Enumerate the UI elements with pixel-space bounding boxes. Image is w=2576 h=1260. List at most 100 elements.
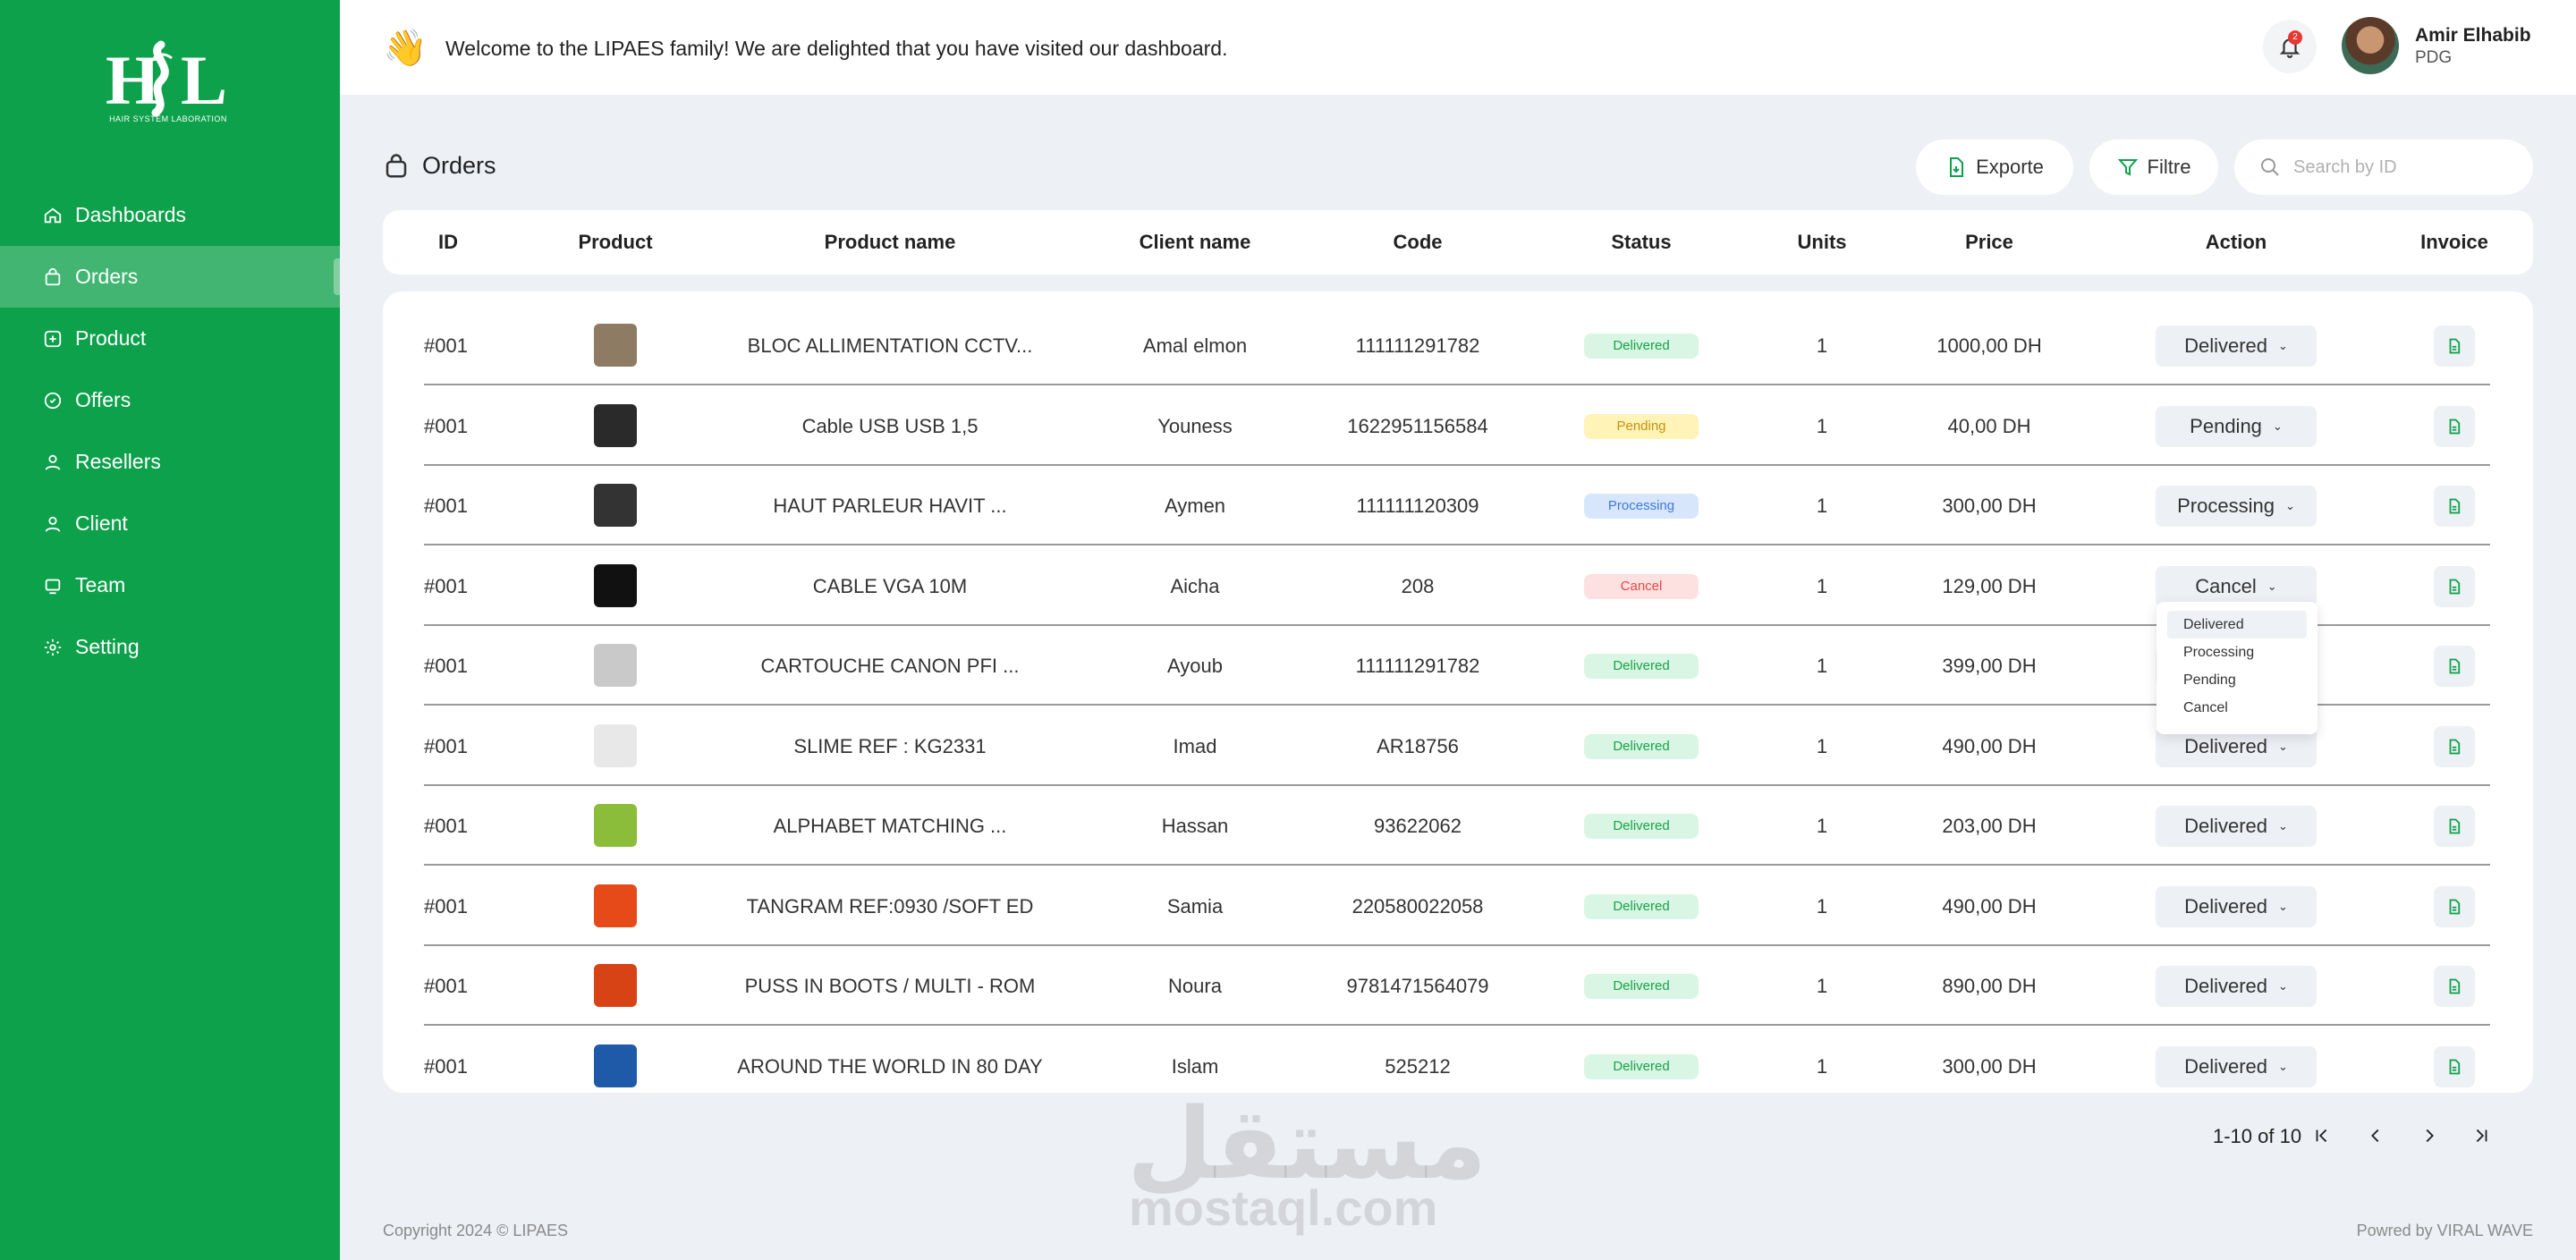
product-code: 9781471564079 xyxy=(1346,975,1489,997)
header-invoice[interactable]: Invoice xyxy=(2420,210,2488,275)
action-select[interactable]: Processing ⌄ xyxy=(2156,486,2317,527)
action-select[interactable]: Delivered ⌄ xyxy=(2156,966,2317,1007)
header-status[interactable]: Status xyxy=(1611,210,1671,275)
sidebar-item-resellers[interactable]: Resellers xyxy=(0,431,340,493)
units: 1 xyxy=(1816,1054,1828,1078)
action-select[interactable]: Delivered ⌄ xyxy=(2156,806,2317,847)
search-box xyxy=(2234,140,2533,195)
action-dropdown-menu: Delivered Processing Pending Cancel xyxy=(2157,602,2318,734)
sidebar-item-setting[interactable]: Setting xyxy=(0,616,340,678)
status-badge: Delivered xyxy=(1584,893,1699,919)
first-page-button[interactable] xyxy=(2308,1121,2336,1150)
invoice-button[interactable] xyxy=(2434,486,2475,527)
action-select[interactable]: Delivered ⌄ xyxy=(2156,885,2317,927)
table-row[interactable]: #001 PUSS IN BOOTS / MULTI - ROM Noura 9781… xyxy=(424,946,2490,1026)
table-row[interactable]: #001 Cable USB USB 1,5 Youness 162295115658… xyxy=(424,386,2490,466)
invoice-button[interactable] xyxy=(2434,725,2475,767)
sidebar-item-offers[interactable]: Offers xyxy=(0,369,340,431)
action-value: Processing xyxy=(2177,495,2275,517)
sidebar-item-team[interactable]: Team xyxy=(0,554,340,616)
page-title: Orders xyxy=(383,152,496,180)
product-thumbnail xyxy=(594,884,637,927)
dropdown-option-processing[interactable]: Processing xyxy=(2167,638,2307,666)
table-row[interactable]: #001 HAUT PARLEUR HAVIT ... Aymen 111111120… xyxy=(424,466,2490,545)
notifications-button[interactable]: 2 xyxy=(2263,20,2317,73)
action-value: Pending xyxy=(2190,414,2262,437)
table-row[interactable]: #001 ALPHABET MATCHING ... Hassan 93622062 D… xyxy=(424,786,2490,866)
chevron-down-icon: ⌄ xyxy=(2278,1059,2288,1073)
search-input[interactable] xyxy=(2293,156,2508,178)
product-code: 208 xyxy=(1401,574,1435,597)
invoice-button[interactable] xyxy=(2434,885,2475,927)
sidebar-item-dashboards[interactable]: Dashboards xyxy=(0,184,340,246)
avatar[interactable] xyxy=(2342,17,2399,74)
sidebar: H L HAIR SYSTEM LABORATION Dashboards Or… xyxy=(0,0,340,1260)
status-badge: Processing xyxy=(1584,494,1699,519)
invoice-button[interactable] xyxy=(2434,405,2475,447)
order-id: #001 xyxy=(424,815,468,837)
status-badge: Cancel xyxy=(1584,573,1699,599)
invoice-button[interactable] xyxy=(2434,326,2475,367)
action-select[interactable]: Pending ⌄ xyxy=(2156,405,2317,447)
units: 1 xyxy=(1816,334,1828,357)
prev-page-button[interactable] xyxy=(2361,1121,2390,1150)
action-value: Delivered xyxy=(2184,975,2268,997)
chevron-down-icon: ⌄ xyxy=(2267,579,2277,593)
svg-text:H: H xyxy=(106,41,160,119)
header-action[interactable]: Action xyxy=(2206,210,2267,275)
header-product[interactable]: Product xyxy=(578,210,652,275)
table-row[interactable]: #001 BLOC ALLIMENTATION CCTV... Amal elmon… xyxy=(424,306,2490,385)
sidebar-nav: Dashboards Orders Product Offers Reselle… xyxy=(0,184,340,678)
dropdown-option-cancel[interactable]: Cancel xyxy=(2167,694,2307,722)
client-name: Hassan xyxy=(1161,815,1229,837)
invoice-button[interactable] xyxy=(2434,806,2475,847)
status-badge: Delivered xyxy=(1584,733,1699,759)
header-id[interactable]: ID xyxy=(438,210,458,275)
product-name: Cable USB USB 1,5 xyxy=(801,414,979,437)
last-page-button[interactable] xyxy=(2467,1121,2496,1150)
filter-button[interactable]: Filtre xyxy=(2089,140,2218,195)
invoice-button[interactable] xyxy=(2434,646,2475,687)
sidebar-item-product[interactable]: Product xyxy=(0,308,340,369)
client-name: Youness xyxy=(1157,414,1233,437)
product-thumbnail xyxy=(594,403,637,447)
file-icon xyxy=(2449,978,2461,994)
header-client-name[interactable]: Client name xyxy=(1140,210,1251,275)
bag-icon xyxy=(386,153,407,177)
price: 40,00 DH xyxy=(1947,414,2031,437)
file-icon xyxy=(2449,338,2461,354)
notification-badge: 2 xyxy=(2288,30,2302,45)
next-page-button[interactable] xyxy=(2415,1121,2444,1150)
invoice-button[interactable] xyxy=(2434,966,2475,1007)
status-badge: Delivered xyxy=(1584,974,1699,999)
product-thumbnail xyxy=(594,324,637,367)
header-units[interactable]: Units xyxy=(1798,210,1847,275)
file-icon xyxy=(2449,579,2461,594)
invoice-button[interactable] xyxy=(2434,565,2475,607)
dropdown-option-pending[interactable]: Pending xyxy=(2167,666,2307,694)
dropdown-option-delivered[interactable]: Delivered xyxy=(2167,611,2307,638)
client-name: Aicha xyxy=(1170,574,1220,597)
action-value: Delivered xyxy=(2184,334,2268,357)
action-select[interactable]: Cancel ⌄ xyxy=(2156,565,2317,607)
sidebar-item-label: Dashboards xyxy=(75,203,187,226)
header-code[interactable]: Code xyxy=(1394,210,1443,275)
header-price[interactable]: Price xyxy=(1965,210,2013,275)
price: 129,00 DH xyxy=(1942,574,2037,597)
sidebar-item-orders[interactable]: Orders xyxy=(0,246,340,308)
chevron-down-icon: ⌄ xyxy=(2278,339,2288,352)
action-select[interactable]: Delivered ⌄ xyxy=(2156,326,2317,367)
units: 1 xyxy=(1816,414,1828,437)
action-select[interactable]: Delivered ⌄ xyxy=(2156,1045,2317,1087)
product-code: 220580022058 xyxy=(1352,894,1484,918)
sidebar-item-client[interactable]: Client xyxy=(0,493,340,554)
header-product-name[interactable]: Product name xyxy=(825,210,956,275)
invoice-button[interactable] xyxy=(2434,1045,2475,1087)
client-name: Imad xyxy=(1173,734,1217,757)
order-id: #001 xyxy=(424,334,468,357)
product-thumbnail xyxy=(594,484,637,527)
export-button[interactable]: Exporte xyxy=(1916,140,2073,195)
price: 890,00 DH xyxy=(1942,975,2037,997)
table-row[interactable]: #001 TANGRAM REF:0930 /SOFT ED Samia 220580… xyxy=(424,867,2490,946)
offer-icon xyxy=(44,392,62,409)
